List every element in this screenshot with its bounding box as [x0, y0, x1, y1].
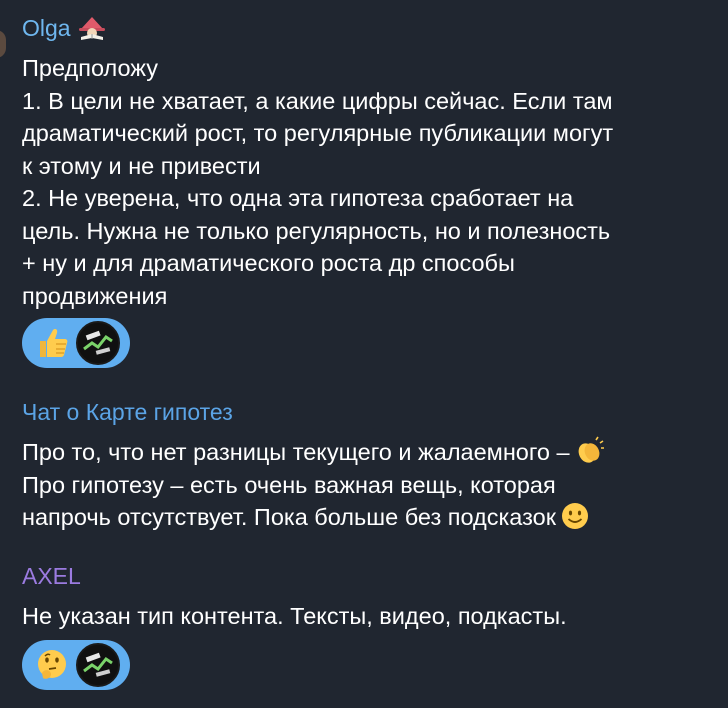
sender-name[interactable]: Olga [22, 14, 71, 42]
sender-name-row[interactable]: Чат о Карте гипотез [22, 398, 722, 426]
reactor-avatar[interactable] [76, 643, 120, 687]
message-text: Не указан тип контента. Тексты, видео, п… [22, 603, 567, 629]
reaction-pill-thinking[interactable] [22, 640, 130, 690]
thinking-face-icon [38, 650, 66, 679]
sender-avatar[interactable] [0, 30, 6, 58]
sender-name-row[interactable]: AXEL [22, 562, 722, 590]
smiling-face-icon [561, 503, 588, 529]
message-text: Предположу 1. В цели не хватает, а какие … [22, 55, 614, 309]
message-chat-hypotheses: Чат о Карте гипотез Про то, что нет разн… [22, 398, 722, 534]
message-olga: Olga Предположу 1. В цели не хватает, а к… [22, 14, 722, 312]
thumbs-up-icon [40, 329, 68, 357]
message-text: Про то, что нет разницы текущего и жалае… [22, 436, 722, 534]
message-axel: AXEL Не указан тип контента. Тексты, вид… [22, 562, 722, 633]
sender-name[interactable]: Чат о Карте гипотез [22, 398, 233, 426]
sender-name-row[interactable]: Olga [22, 14, 722, 42]
clapping-hands-icon [578, 436, 604, 463]
sender-name[interactable]: AXEL [22, 562, 81, 590]
reaction-pill-thumbs-up[interactable] [22, 318, 130, 368]
reactor-avatar[interactable] [76, 321, 120, 365]
reading-witch-icon [78, 17, 105, 40]
